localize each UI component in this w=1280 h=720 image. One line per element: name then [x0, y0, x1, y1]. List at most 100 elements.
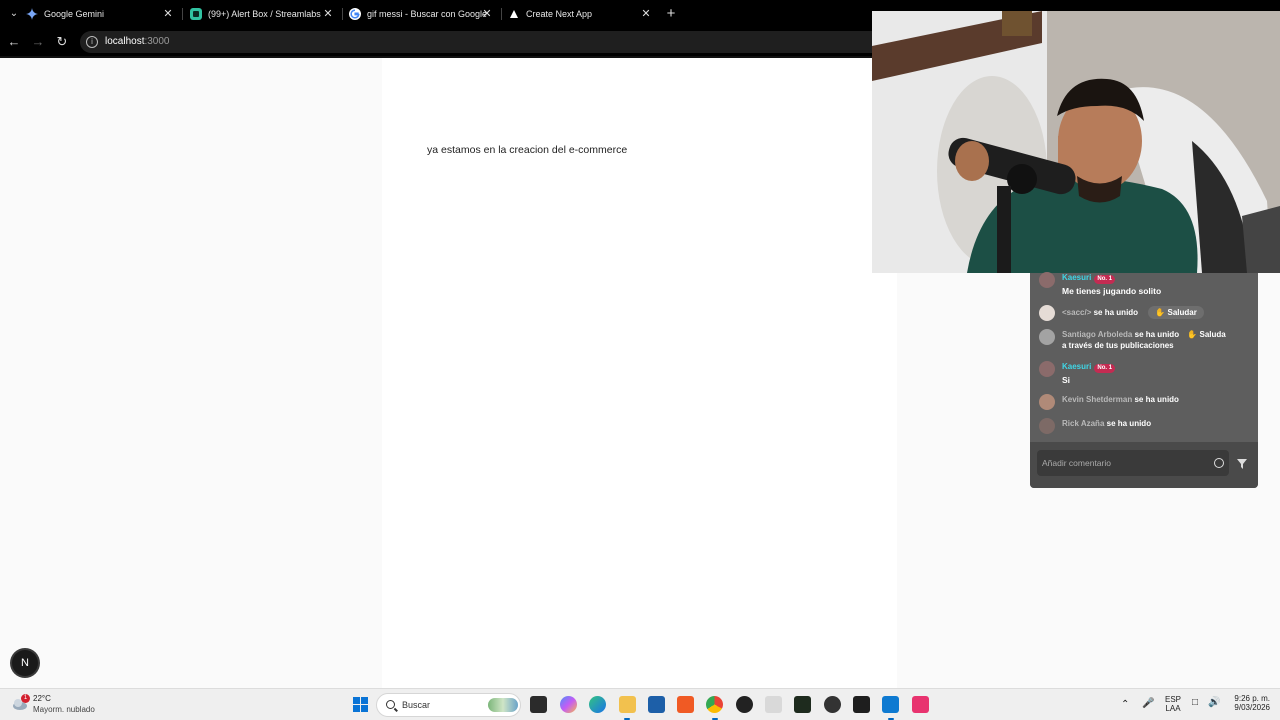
file-explorer-icon[interactable] — [619, 696, 636, 713]
chat-author[interactable]: Rick Azaña — [1062, 419, 1104, 428]
chat-input-row: Añadir comentario — [1030, 442, 1258, 488]
url-port: :3000 — [144, 36, 170, 47]
tab-separator — [342, 8, 343, 20]
search-highlight-image — [488, 698, 518, 712]
temperature: 22°C — [33, 694, 51, 703]
chat-text: Si — [1062, 375, 1071, 385]
tray-overflow-chevron-icon[interactable]: ⌃ — [1121, 699, 1129, 710]
nextjs-icon — [508, 8, 520, 20]
brave-icon[interactable] — [677, 696, 694, 713]
reload-icon[interactable]: ↻ — [54, 34, 70, 50]
language-indicator[interactable]: ESP LAA — [1165, 695, 1181, 713]
tab-streamlabs[interactable]: (99+) Alert Box / Streamlabs ✕ — [190, 0, 340, 28]
tab-title: Create Next App — [526, 9, 593, 19]
back-arrow-icon[interactable]: ← — [6, 34, 22, 50]
tab-google-gemini[interactable]: Google Gemini ✕ — [26, 0, 180, 28]
avatar — [1039, 394, 1055, 410]
avatar — [1039, 305, 1055, 321]
taskbar-search-box[interactable]: Buscar — [376, 693, 521, 717]
chat-join-line: Rick Azaña se ha unido — [1062, 419, 1151, 428]
emoji-icon[interactable] — [1214, 458, 1224, 468]
close-tab-icon[interactable]: ✕ — [322, 8, 334, 20]
comment-input[interactable]: Añadir comentario — [1037, 450, 1229, 476]
tiktok-live-icon[interactable] — [912, 696, 929, 713]
greet-button[interactable]: ✋ Saluda — [1187, 330, 1225, 339]
obs-icon[interactable] — [824, 696, 841, 713]
task-view-icon[interactable] — [530, 696, 547, 713]
chat-join-line: Santiago Arboleda se ha unido ✋ Saluda — [1062, 330, 1226, 339]
wave-hand-icon: ✋ — [1187, 330, 1198, 339]
chat-text: Me tienes jugando solito — [1062, 286, 1162, 296]
address-bar[interactable]: i localhost:3000 — [80, 31, 872, 53]
live-chat-overlay: Kaesuri No. 1 Me tienes jugando solito <s… — [1030, 272, 1258, 488]
language-code: ESP — [1165, 695, 1182, 704]
weather-condition: Mayorm. nublado — [33, 705, 95, 714]
page-message: ya estamos en la creacion del e-commerce — [427, 144, 628, 156]
streamlabs-icon — [190, 8, 202, 20]
avatar — [1039, 361, 1055, 377]
tab-title: (99+) Alert Box / Streamlabs — [208, 9, 321, 19]
google-icon — [349, 8, 361, 20]
tab-title: Google Gemini — [44, 9, 105, 19]
join-text: se ha unido — [1134, 395, 1179, 404]
microphone-icon[interactable]: 🎤 — [1142, 698, 1154, 709]
copilot-icon[interactable] — [560, 696, 577, 713]
chat-author[interactable]: Kaesuri — [1062, 362, 1091, 371]
tab-separator — [501, 8, 502, 20]
join-source-text: a través de tus publicaciones — [1062, 341, 1174, 350]
clock[interactable]: 9:26 p. m. 9/03/2026 — [1228, 694, 1270, 712]
send-icon[interactable] — [1236, 458, 1248, 470]
terminal-icon[interactable] — [853, 696, 870, 713]
chat-join-line: Kevin Shetderman se ha unido — [1062, 395, 1179, 404]
site-info-icon[interactable]: i — [86, 36, 98, 48]
avatar — [1039, 272, 1055, 288]
url-host: localhost — [105, 36, 145, 47]
avatar — [1039, 418, 1055, 434]
chat-author-line: Kaesuri No. 1 — [1062, 362, 1116, 373]
tab-create-next-app[interactable]: Create Next App ✕ — [508, 0, 658, 28]
rank-badge: No. 1 — [1094, 364, 1116, 373]
python-file-icon[interactable] — [765, 696, 782, 713]
keyboard-layout: LAA — [1165, 704, 1181, 713]
chat-author[interactable]: Kaesuri — [1062, 273, 1091, 282]
windows-start-icon[interactable] — [352, 696, 369, 713]
microsoft-store-icon[interactable] — [648, 696, 665, 713]
greet-label: Saluda — [1199, 330, 1226, 339]
weather-alert-badge: 1 — [21, 694, 30, 703]
volume-icon[interactable]: 🔊 — [1208, 697, 1220, 708]
tab-google-search[interactable]: gif messi - Buscar con Google ✕ — [349, 0, 499, 28]
tab-title: gif messi - Buscar con Google — [367, 9, 488, 19]
webcam-overlay — [872, 11, 1280, 273]
greet-button[interactable]: ✋ Saludar — [1148, 306, 1204, 319]
chat-author[interactable]: Kevin Shetderman — [1062, 395, 1132, 404]
close-tab-icon[interactable]: ✕ — [481, 8, 493, 20]
edge-icon[interactable] — [589, 696, 606, 713]
webcam-feed-image — [872, 11, 1280, 273]
join-text: se ha unido — [1134, 330, 1180, 339]
close-tab-icon[interactable]: ✕ — [162, 8, 174, 20]
chat-author[interactable]: <sacc/> — [1062, 308, 1091, 317]
chrome-icon[interactable] — [706, 696, 723, 713]
url-text: localhost:3000 — [105, 36, 170, 47]
date: 9/03/2026 — [1234, 703, 1270, 712]
chat-author[interactable]: Santiago Arboleda — [1062, 330, 1132, 339]
nextjs-dev-indicator-button[interactable]: N — [12, 650, 38, 676]
wave-hand-icon: ✋ — [1155, 308, 1166, 317]
avatar — [1039, 329, 1055, 345]
tab-search-chevron-icon[interactable]: ⌄ — [6, 6, 22, 22]
vscode-icon[interactable] — [882, 696, 899, 713]
new-tab-plus-icon[interactable]: + — [663, 6, 679, 22]
forward-arrow-icon[interactable]: → — [30, 34, 46, 50]
streamlabs-desktop-icon[interactable] — [794, 696, 811, 713]
close-tab-icon[interactable]: ✕ — [640, 8, 652, 20]
search-icon — [386, 700, 395, 709]
windows-taskbar: 1 22°C Mayorm. nublado Buscar ⌃ 🎤 ESP LA… — [0, 688, 1280, 720]
search-placeholder: Buscar — [402, 700, 431, 710]
join-text: se ha unido — [1093, 308, 1139, 317]
time: 9:26 p. m. — [1234, 694, 1270, 703]
join-text: se ha unido — [1106, 419, 1152, 428]
tab-separator — [182, 8, 183, 20]
app-g-icon[interactable] — [736, 696, 753, 713]
network-icon[interactable]: □ — [1192, 697, 1198, 708]
chat-author-line: Kaesuri No. 1 — [1062, 273, 1116, 284]
